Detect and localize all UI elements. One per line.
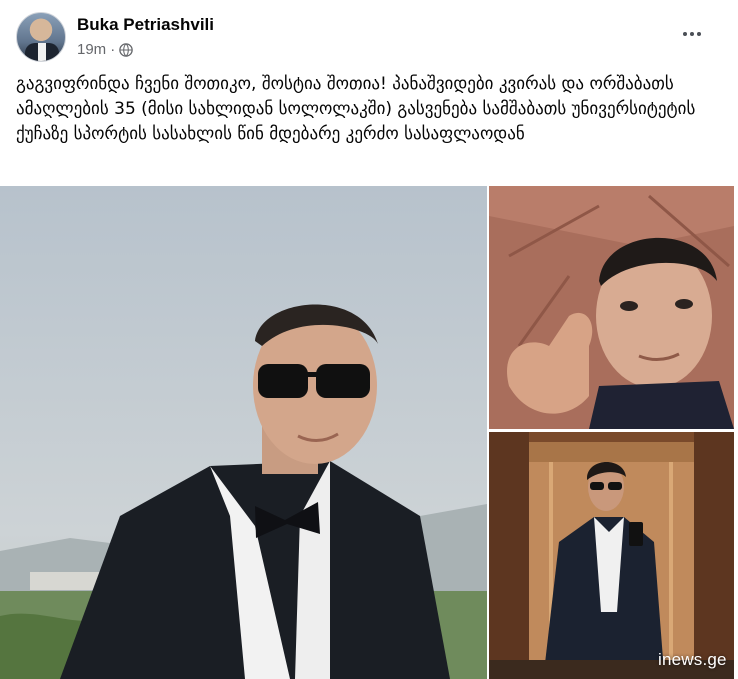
author-avatar[interactable]	[16, 12, 66, 62]
post-media-grid	[0, 186, 738, 679]
photo-selfie[interactable]	[489, 186, 734, 429]
post-text: გაგვიფრინდა ჩვენი შოთიკო, შოსტია შოთია! …	[16, 74, 696, 144]
photo-main[interactable]	[0, 186, 487, 679]
photo-mirror-image	[489, 432, 734, 679]
avatar-shirt	[38, 43, 46, 61]
meta-separator: ·	[110, 41, 116, 58]
photo-selfie-image	[489, 186, 734, 429]
post-time[interactable]: 19m	[77, 41, 106, 58]
post-meta: 19m ·	[77, 41, 133, 58]
photo-mirror[interactable]	[489, 432, 734, 679]
photo-main-image	[0, 186, 487, 679]
globe-icon[interactable]	[119, 42, 133, 57]
watermark: inews.ge	[658, 650, 727, 669]
more-options-icon[interactable]	[676, 20, 708, 48]
author-name[interactable]: Buka Petriashvili	[77, 15, 214, 35]
post-header: Buka Petriashvili 19m ·	[0, 0, 738, 66]
